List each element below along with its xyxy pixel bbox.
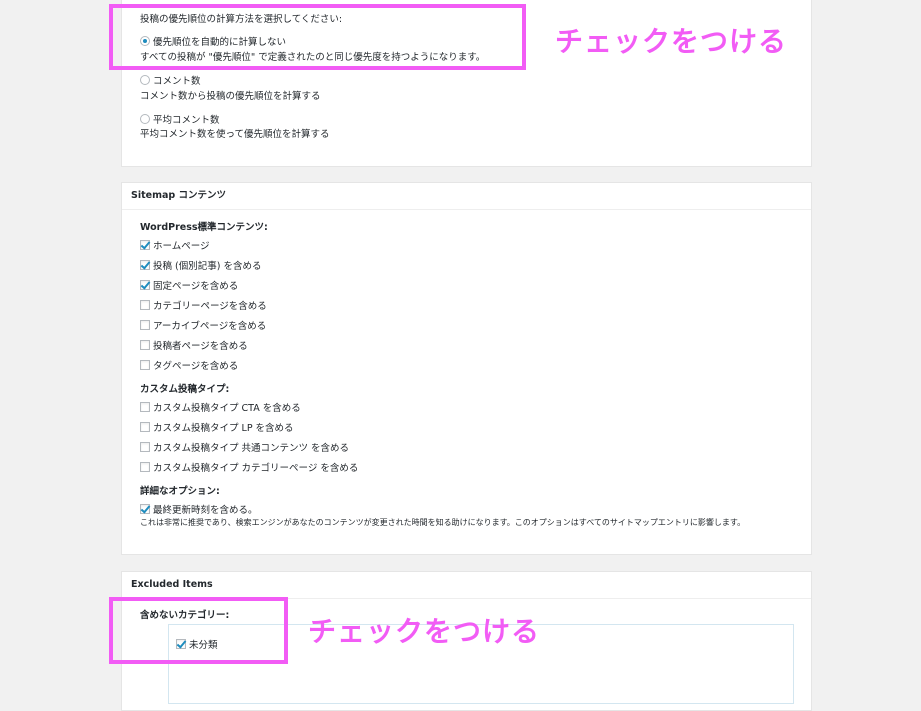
priority-option-label: 平均コメント数 — [153, 115, 220, 126]
priority-option-desc: コメント数から投稿の優先順位を計算する — [140, 91, 321, 102]
checkbox-home[interactable] — [140, 240, 150, 250]
priority-option-none[interactable]: 優先順位を自動的に計算しない — [140, 34, 286, 48]
checkbox-row-common[interactable]: カスタム投稿タイプ 共通コンテンツ を含める — [140, 440, 349, 454]
checkbox-label: 未分類 — [189, 640, 218, 651]
checkbox-label: タグページを含める — [153, 361, 239, 372]
checkbox-cta[interactable] — [140, 402, 150, 412]
checkbox-tags[interactable] — [140, 360, 150, 370]
excluded-heading: 含めないカテゴリー: — [140, 610, 230, 621]
checkbox-lp[interactable] — [140, 422, 150, 432]
checkbox-archives[interactable] — [140, 320, 150, 330]
standard-heading: WordPress標準コンテンツ: — [140, 222, 268, 233]
checkbox-label: カスタム投稿タイプ CTA を含める — [153, 403, 301, 414]
checkbox-uncategorized[interactable] — [176, 639, 186, 649]
excluded-panel-title: Excluded Items — [122, 572, 811, 599]
checkbox-row-category-page[interactable]: カスタム投稿タイプ カテゴリーページ を含める — [140, 460, 358, 474]
checkbox-label: 固定ページを含める — [153, 281, 239, 292]
checkbox-posts[interactable] — [140, 260, 150, 270]
custom-heading: カスタム投稿タイプ: — [140, 384, 230, 395]
checkbox-label: アーカイブページを含める — [153, 321, 267, 332]
checkbox-common[interactable] — [140, 442, 150, 452]
checkbox-categories[interactable] — [140, 300, 150, 310]
annotation-bottom: チェックをつける — [308, 615, 541, 648]
priority-option-average[interactable]: 平均コメント数 — [140, 112, 220, 126]
checkbox-row-home[interactable]: ホームページ — [140, 238, 210, 252]
checkbox-row-tags[interactable]: タグページを含める — [140, 358, 238, 372]
checkbox-row-posts[interactable]: 投稿 (個別記事) を含める — [140, 258, 261, 272]
priority-option-desc: 平均コメント数を使って優先順位を計算する — [140, 129, 330, 140]
priority-option-comments[interactable]: コメント数 — [140, 73, 201, 87]
checkbox-row-archives[interactable]: アーカイブページを含める — [140, 318, 266, 332]
checkbox-label: 投稿者ページを含める — [153, 341, 248, 352]
checkbox-lastmod[interactable] — [140, 504, 150, 514]
priority-option-desc: すべての投稿が "優先順位" で定義されたのと同じ優先度を持つようになります。 — [140, 52, 486, 63]
checkbox-row-categories[interactable]: カテゴリーページを含める — [140, 298, 267, 312]
radio-auto-off[interactable] — [140, 36, 150, 46]
checkbox-label: カスタム投稿タイプ LP を含める — [153, 423, 294, 434]
checkbox-row-uncategorized[interactable]: 未分類 — [176, 637, 218, 651]
sitemap-panel-title: Sitemap コンテンツ — [122, 183, 811, 210]
checkbox-row-lp[interactable]: カスタム投稿タイプ LP を含める — [140, 420, 294, 434]
annotation-top: チェックをつける — [555, 25, 788, 58]
advanced-note: これは非常に推奨であり、検索エンジンがあなたのコンテンツが変更された時間を知る助… — [140, 518, 746, 527]
checkbox-category-page[interactable] — [140, 462, 150, 472]
checkbox-label: カスタム投稿タイプ 共通コンテンツ を含める — [153, 443, 350, 454]
checkbox-label: カテゴリーページを含める — [153, 301, 267, 312]
checkbox-label: カスタム投稿タイプ カテゴリーページ を含める — [153, 463, 359, 474]
checkbox-row-authors[interactable]: 投稿者ページを含める — [140, 338, 248, 352]
priority-option-label: コメント数 — [153, 76, 201, 87]
checkbox-label: ホームページ — [153, 241, 210, 252]
checkbox-label: 投稿 (個別記事) を含める — [153, 261, 262, 272]
checkbox-pages[interactable] — [140, 280, 150, 290]
priority-prompt: 投稿の優先順位の計算方法を選択してください: — [140, 14, 343, 25]
checkbox-label: 最終更新時刻を含める。 — [153, 505, 258, 516]
checkbox-authors[interactable] — [140, 340, 150, 350]
checkbox-row-pages[interactable]: 固定ページを含める — [140, 278, 238, 292]
advanced-heading: 詳細なオプション: — [140, 486, 220, 497]
checkbox-row-lastmod[interactable]: 最終更新時刻を含める。 — [140, 502, 258, 516]
priority-option-label: 優先順位を自動的に計算しない — [153, 37, 287, 48]
radio-average-comment[interactable] — [140, 114, 150, 124]
checkbox-row-cta[interactable]: カスタム投稿タイプ CTA を含める — [140, 400, 301, 414]
radio-comment-count[interactable] — [140, 75, 150, 85]
